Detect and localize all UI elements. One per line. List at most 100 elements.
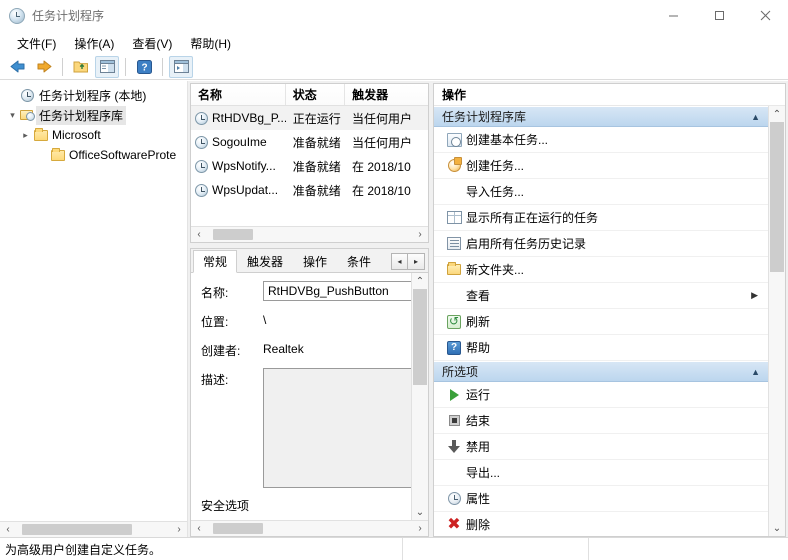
scroll-thumb[interactable] <box>22 524 132 535</box>
refresh-icon <box>442 314 466 329</box>
table-row[interactable]: WpsNotify... 准备就绪 在 2018/10 <box>191 154 428 178</box>
tab-general[interactable]: 常规 <box>193 250 238 273</box>
maximize-button[interactable] <box>696 0 742 31</box>
menu-file[interactable]: 文件(F) <box>8 33 65 54</box>
field-author-row: 创建者: Realtek <box>191 339 428 359</box>
scroll-thumb[interactable] <box>213 523 263 534</box>
tab-conditions[interactable]: 条件 <box>337 250 381 272</box>
properties-icon <box>442 492 466 505</box>
action-end[interactable]: 结束 <box>434 408 768 434</box>
location-value: \ <box>263 313 267 327</box>
field-label-name: 名称: <box>201 286 229 300</box>
up-folder-icon[interactable] <box>69 56 93 78</box>
table-row[interactable]: SogouIme 准备就绪 当任何用户 <box>191 130 428 154</box>
chevron-down-icon[interactable]: ▾ <box>6 107 19 123</box>
scroll-up-icon[interactable]: ⌃ <box>412 273 428 289</box>
scroll-track[interactable] <box>412 289 428 504</box>
actions-group-header-selected-item[interactable]: 所选项 ▲ <box>434 361 768 382</box>
collapse-icon[interactable]: ▲ <box>751 112 760 122</box>
task-name: SogouIme <box>212 135 267 149</box>
scroll-left-icon[interactable]: ‹ <box>0 522 16 537</box>
forward-arrow-icon[interactable] <box>32 56 56 78</box>
scroll-track[interactable] <box>207 227 412 242</box>
action-label: 结束 <box>466 414 491 428</box>
scroll-right-icon[interactable]: › <box>171 522 187 537</box>
action-display-all-running-tasks[interactable]: 显示所有正在运行的任务 <box>434 205 768 231</box>
action-run[interactable]: 运行 <box>434 382 768 408</box>
scroll-right-icon[interactable]: › <box>412 227 428 242</box>
action-help-library[interactable]: ? 帮助 <box>434 335 768 361</box>
scroll-thumb[interactable] <box>213 229 253 240</box>
tab-scroll-prev-icon[interactable]: ◂ <box>391 253 408 270</box>
run-icon <box>442 388 466 401</box>
action-new-folder[interactable]: 新文件夹... <box>434 257 768 283</box>
tree-node-task-scheduler-local[interactable]: 任务计划程序 (本地) <box>2 85 187 105</box>
action-create-task[interactable]: 创建任务... <box>434 153 768 179</box>
actions-vertical-scrollbar[interactable]: ⌃ ⌄ <box>768 106 785 536</box>
scroll-down-icon[interactable]: ⌄ <box>412 504 428 520</box>
tab-triggers[interactable]: 触发器 <box>237 250 293 272</box>
scroll-right-icon[interactable]: › <box>412 521 428 536</box>
scroll-thumb[interactable] <box>413 289 427 385</box>
tree-node-office-software-protection[interactable]: OfficeSoftwareProte <box>2 145 187 165</box>
action-refresh[interactable]: 刷新 <box>434 309 768 335</box>
disable-icon <box>442 440 466 453</box>
table-row[interactable]: WpsUpdat... 准备就绪 在 2018/10 <box>191 178 428 202</box>
actions-scroll-wrapper: 任务计划程序库 ▲ 创建基本任务... 创建任务... 导入任务... 显示所有… <box>434 106 785 536</box>
action-create-basic-task[interactable]: 创建基本任务... <box>434 127 768 153</box>
table-row[interactable]: RtHDVBg_P... 正在运行 当任何用户 <box>191 106 428 130</box>
menu-action[interactable]: 操作(A) <box>65 33 123 54</box>
action-delete[interactable]: ✖ 删除 <box>434 512 768 536</box>
scroll-track[interactable] <box>16 522 171 537</box>
scroll-left-icon[interactable]: ‹ <box>191 227 207 242</box>
task-name-cell: WpsNotify... <box>191 159 286 173</box>
details-vertical-scrollbar[interactable]: ⌃ ⌄ <box>411 273 428 520</box>
action-export[interactable]: 导出... <box>434 460 768 486</box>
scroll-track[interactable] <box>207 521 412 536</box>
details-body: 名称: RtHDVBg_PushButton 位置: \ 创建者: Realte… <box>191 273 428 520</box>
action-label: 禁用 <box>466 440 491 454</box>
scroll-thumb[interactable] <box>770 122 784 272</box>
back-arrow-icon[interactable] <box>6 56 30 78</box>
action-label: 启用所有任务历史记录 <box>466 237 587 251</box>
menu-view[interactable]: 查看(V) <box>123 33 181 54</box>
task-list-horizontal-scrollbar[interactable]: ‹ › <box>191 226 428 242</box>
action-disable[interactable]: 禁用 <box>434 434 768 460</box>
show-console-tree-icon[interactable] <box>95 55 119 78</box>
details-horizontal-scrollbar[interactable]: ‹ › <box>191 520 428 536</box>
scroll-left-icon[interactable]: ‹ <box>191 521 207 536</box>
show-action-pane-icon[interactable] <box>169 55 193 78</box>
menu-help[interactable]: 帮助(H) <box>181 33 240 54</box>
scroll-up-icon[interactable]: ⌃ <box>769 106 785 122</box>
grid-icon <box>442 211 466 224</box>
field-name-row: 名称: RtHDVBg_PushButton <box>191 281 428 301</box>
tree-node-microsoft[interactable]: ▸ Microsoft <box>2 125 187 145</box>
action-import-task[interactable]: 导入任务... <box>434 179 768 205</box>
task-status: 正在运行 <box>292 111 341 126</box>
description-field[interactable] <box>263 368 423 488</box>
column-header-trigger[interactable]: 触发器 <box>345 84 428 105</box>
tab-actions[interactable]: 操作 <box>293 250 337 272</box>
main-panes: 任务计划程序 (本地) ▾ 任务计划程序库 ▸ Microsoft Office… <box>0 81 788 537</box>
name-field[interactable]: RtHDVBg_PushButton <box>263 281 423 301</box>
column-header-name[interactable]: 名称 <box>191 84 286 105</box>
help-icon[interactable]: ? <box>132 56 156 78</box>
collapse-icon[interactable]: ▲ <box>751 367 760 377</box>
create-task-icon <box>442 157 466 172</box>
close-button[interactable] <box>742 0 788 31</box>
tree-horizontal-scrollbar[interactable]: ‹ › <box>0 521 187 537</box>
field-label-description: 描述: <box>201 373 229 387</box>
column-header-status[interactable]: 状态 <box>285 84 346 105</box>
actions-group-header-library[interactable]: 任务计划程序库 ▲ <box>434 106 768 127</box>
chevron-right-icon[interactable]: ▸ <box>19 127 32 143</box>
action-enable-all-tasks-history[interactable]: 启用所有任务历史记录 <box>434 231 768 257</box>
tab-scroll-next-icon[interactable]: ▸ <box>408 253 425 270</box>
scroll-down-icon[interactable]: ⌄ <box>769 520 785 536</box>
stop-icon <box>442 415 466 426</box>
scroll-track[interactable] <box>769 122 785 520</box>
tree-node-label: 任务计划程序库 <box>36 105 127 125</box>
action-view[interactable]: 查看 ▶ <box>434 283 768 309</box>
tree-node-task-scheduler-library[interactable]: ▾ 任务计划程序库 <box>2 105 187 125</box>
action-properties[interactable]: 属性 <box>434 486 768 512</box>
minimize-button[interactable] <box>650 0 696 31</box>
